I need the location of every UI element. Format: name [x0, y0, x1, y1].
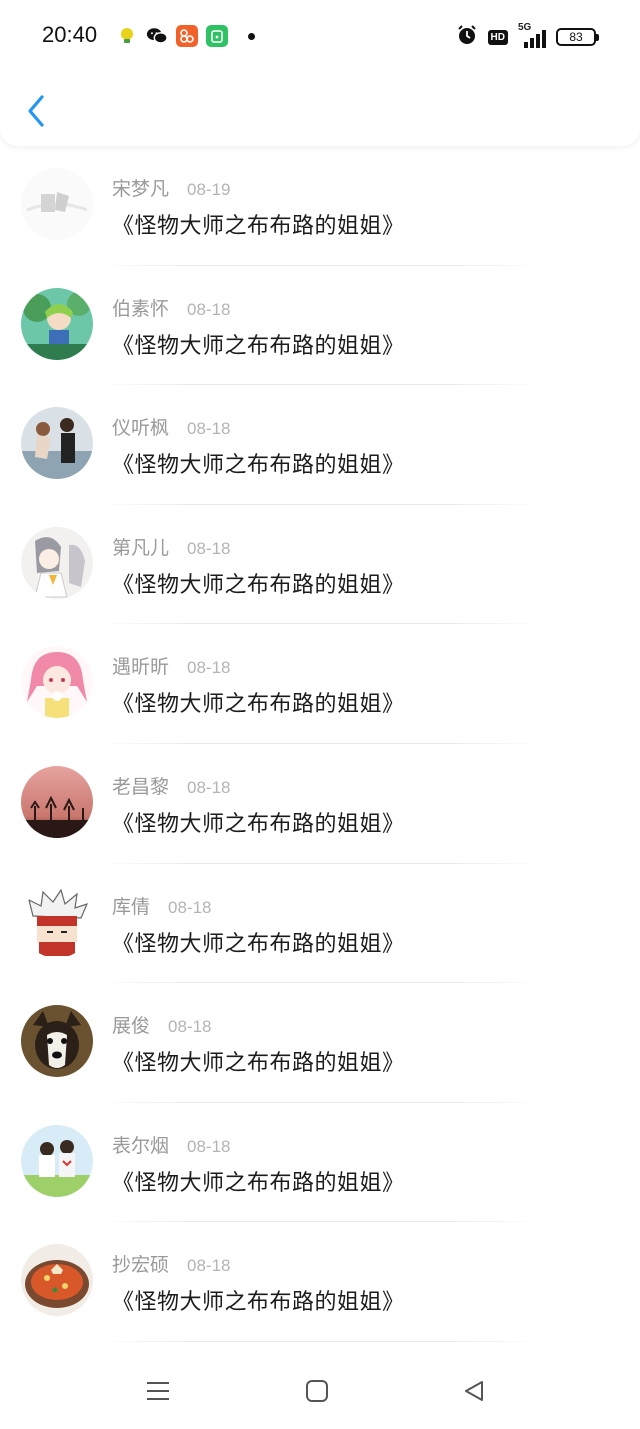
item-title[interactable]: 《怪物大师之布布路的姐姐》 [112, 328, 405, 360]
more-notifications-dot [248, 32, 255, 40]
list-item[interactable]: 老昌黎 08-18 《怪物大师之布布路的姐姐》 [0, 744, 640, 864]
notification-icons [116, 25, 255, 47]
user-name[interactable]: 老昌黎 [112, 772, 169, 799]
user-name[interactable]: 抄宏硕 [112, 1250, 169, 1277]
item-meta: 伯素怀 08-18 [112, 294, 231, 321]
bulb-app-icon [116, 25, 138, 47]
battery-indicator: 83 [556, 28, 599, 46]
user-name[interactable]: 宋梦凡 [112, 174, 169, 201]
user-name[interactable]: 展俊 [112, 1011, 150, 1038]
avatar[interactable] [21, 1244, 93, 1317]
item-date: 08-18 [187, 1136, 231, 1156]
avatar[interactable] [21, 646, 93, 719]
user-name[interactable]: 第凡儿 [112, 533, 169, 560]
item-date: 08-18 [187, 777, 231, 797]
list-item[interactable]: 第凡儿 08-18 《怪物大师之布布路的姐姐》 [0, 505, 640, 625]
item-date: 08-18 [168, 897, 212, 917]
divider [96, 1340, 544, 1342]
avatar[interactable] [21, 765, 93, 838]
item-title[interactable]: 《怪物大师之布布路的姐姐》 [112, 1045, 405, 1077]
item-meta: 展俊 08-18 [112, 1011, 212, 1038]
item-title[interactable]: 《怪物大师之布布路的姐姐》 [112, 567, 405, 599]
home-square-icon [306, 1380, 328, 1402]
avatar[interactable] [21, 1005, 93, 1078]
item-date: 08-18 [187, 538, 231, 558]
orange-app-icon [176, 25, 198, 47]
hd-badge: HD [487, 29, 508, 45]
item-meta: 第凡儿 08-18 [112, 533, 231, 560]
item-title[interactable]: 《怪物大师之布布路的姐姐》 [112, 926, 405, 958]
system-nav-bar [0, 1350, 640, 1429]
item-title[interactable]: 《怪物大师之布布路的姐姐》 [112, 447, 405, 479]
signal-5g-icon: 5G [518, 22, 546, 48]
item-date: 08-18 [187, 1256, 231, 1276]
item-date: 08-18 [187, 419, 231, 439]
back-button[interactable] [22, 92, 50, 130]
item-date: 08-18 [187, 658, 231, 678]
item-date: 08-18 [187, 299, 231, 319]
item-meta: 仪听枫 08-18 [112, 413, 231, 440]
green-app-icon [206, 25, 228, 47]
user-name[interactable]: 表尔烟 [112, 1131, 169, 1158]
list-item[interactable]: 表尔烟 08-18 《怪物大师之布布路的姐姐》 [0, 1103, 640, 1223]
back-nav-button[interactable] [459, 1376, 489, 1406]
back-triangle-icon [465, 1381, 483, 1401]
item-meta: 抄宏硕 08-18 [112, 1250, 231, 1277]
item-title[interactable]: 《怪物大师之布布路的姐姐》 [112, 806, 405, 838]
item-title[interactable]: 《怪物大师之布布路的姐姐》 [112, 1165, 405, 1197]
comment-list: 宋梦凡 08-19 《怪物大师之布布路的姐姐》 伯素怀 08-18 《怪物大师之… [0, 146, 640, 1342]
avatar[interactable] [21, 885, 93, 958]
item-meta: 老昌黎 08-18 [112, 772, 231, 799]
item-title[interactable]: 《怪物大师之布布路的姐姐》 [112, 208, 405, 240]
chevron-left-icon [28, 95, 44, 127]
list-item[interactable]: 伯素怀 08-18 《怪物大师之布布路的姐姐》 [0, 266, 640, 386]
user-name[interactable]: 仪听枫 [112, 413, 169, 440]
list-item[interactable]: 抄宏硕 08-18 《怪物大师之布布路的姐姐》 [0, 1222, 640, 1342]
list-item[interactable]: 宋梦凡 08-19 《怪物大师之布布路的姐姐》 [0, 146, 640, 266]
avatar[interactable] [21, 287, 93, 360]
list-item[interactable]: 库倩 08-18 《怪物大师之布布路的姐姐》 [0, 864, 640, 984]
item-title[interactable]: 《怪物大师之布布路的姐姐》 [112, 1284, 405, 1316]
home-button[interactable] [302, 1376, 332, 1406]
avatar[interactable] [21, 1124, 93, 1197]
avatar[interactable] [21, 407, 93, 480]
wechat-icon [146, 25, 168, 47]
status-bar: 20:40 HD 5G 83 [0, 0, 640, 72]
menu-icon [147, 1382, 169, 1400]
item-date: 08-18 [168, 1017, 212, 1037]
item-title[interactable]: 《怪物大师之布布路的姐姐》 [112, 686, 405, 718]
user-name[interactable]: 伯素怀 [112, 294, 169, 321]
alarm-icon [456, 24, 478, 50]
menu-button[interactable] [143, 1376, 173, 1406]
user-name[interactable]: 库倩 [112, 892, 150, 919]
status-indicators: HD 5G 83 [456, 22, 599, 50]
list-item[interactable]: 遇昕昕 08-18 《怪物大师之布布路的姐姐》 [0, 624, 640, 744]
avatar[interactable] [21, 526, 93, 599]
item-meta: 库倩 08-18 [112, 892, 212, 919]
avatar[interactable] [21, 168, 93, 240]
list-item[interactable]: 仪听枫 08-18 《怪物大师之布布路的姐姐》 [0, 385, 640, 505]
status-time: 20:40 [42, 22, 98, 47]
item-meta: 遇昕昕 08-18 [112, 652, 231, 679]
item-meta: 表尔烟 08-18 [112, 1131, 231, 1158]
list-item[interactable]: 展俊 08-18 《怪物大师之布布路的姐姐》 [0, 983, 640, 1103]
user-name[interactable]: 遇昕昕 [112, 652, 169, 679]
network-type-label: 5G [518, 22, 532, 33]
item-date: 08-19 [187, 180, 231, 199]
top-header: 20:40 HD 5G 83 [0, 0, 640, 146]
item-meta: 宋梦凡 08-19 [112, 174, 231, 201]
